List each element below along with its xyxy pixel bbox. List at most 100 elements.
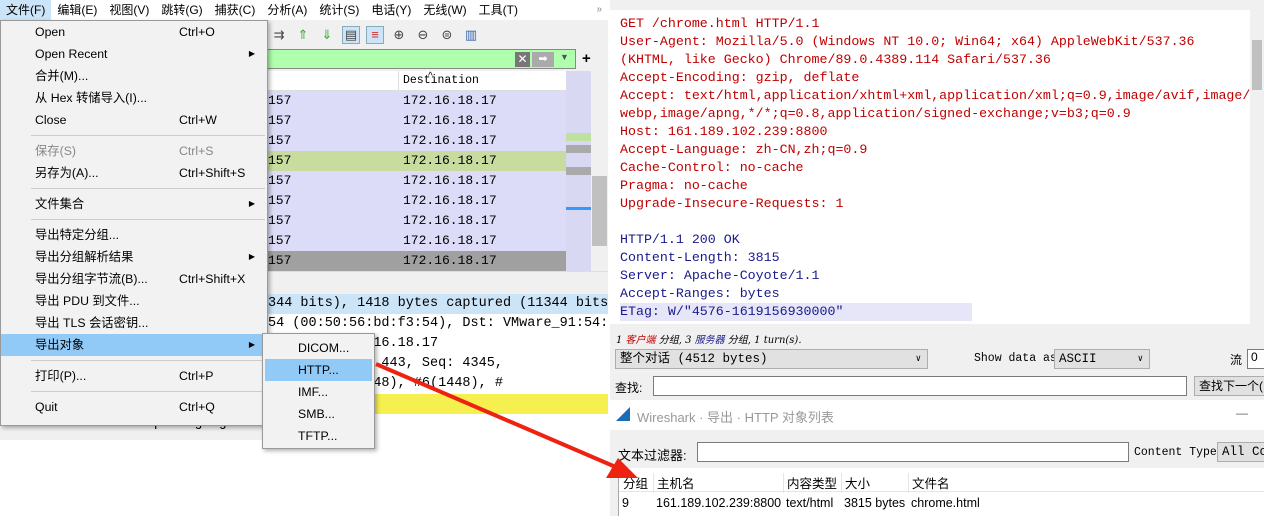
packet-row[interactable]: 157 172.16.18.17 [268,171,566,191]
object-cell: 3815 bytes [844,496,906,510]
menu-3[interactable]: 跳转(G) [155,0,208,20]
column-header[interactable]: 分组 [623,473,648,493]
request-line: Upgrade-Insecure-Requests: 1 [620,196,844,211]
menu-6[interactable]: 统计(S) [313,0,365,20]
menu-7[interactable]: 电话(Y) [365,0,417,20]
menu-item-label: 导出分组解析结果 [35,250,134,264]
autoscroll-icon[interactable]: ▤ [342,26,360,44]
destination-column-header[interactable]: Destination [403,74,479,87]
request-line: Accept: text/html,application/xhtml+xml,… [620,88,1251,103]
file-menu-item[interactable]: 保存(S) Ctrl+S [1,140,267,162]
zoom-out-icon[interactable]: ⊖ [414,26,432,44]
packet-row[interactable]: 157 172.16.18.17 [268,211,566,231]
menu-item-shortcut: Ctrl+P [179,369,214,383]
source-cell: 157 [268,193,292,208]
file-menu-item[interactable]: 导出 PDU 到文件... [1,290,267,312]
object-cell: 161.189.102.239:8800 [656,496,782,510]
column-header[interactable]: 内容类型 [783,473,837,493]
file-menu-item[interactable]: 导出分组字节流(B)... Ctrl+Shift+X [1,268,267,290]
menu-0[interactable]: 文件(F) [0,0,52,20]
export-object-tftp[interactable]: TFTP... [265,425,372,447]
file-menu-item[interactable]: 导出特定分组... [1,224,267,246]
menu-item-shortcut: Ctrl+Q [179,400,215,414]
file-menu-item[interactable]: Close Ctrl+W [1,109,267,131]
packet-list: ^ Destination 157 172.16.18.17 157 172.16.1… [268,71,566,271]
packet-row[interactable]: 157 172.16.18.17 [268,91,566,111]
export-object-imf[interactable]: IMF... [265,381,372,403]
text-filter-input[interactable] [697,442,1129,462]
file-menu-item[interactable]: 合并(M)... [1,65,267,87]
apply-filter-icon[interactable]: ➡ [532,52,554,67]
file-menu-item[interactable]: Quit Ctrl+Q [1,396,267,418]
packet-minimap[interactable] [566,71,591,271]
detail-line[interactable]: 54 (00:50:56:bd:f3:54), Dst: VMware_91:5… [268,314,608,334]
file-menu-item[interactable]: 导出对象 ▶ [1,334,267,356]
file-menu-item[interactable]: Open Ctrl+O [1,21,267,43]
object-row[interactable]: 9 161.189.102.239:8800 text/html 3815 bytes… [619,492,1264,514]
add-filter-button-icon[interactable]: + [582,50,591,67]
menu-2[interactable]: 视图(V) [103,0,155,20]
packet-row[interactable]: 157 172.16.18.17 [268,191,566,211]
stream-status: 1 客户端 分组, 3 服务器 分组, 1 turn(s). [616,335,802,346]
file-menu-item[interactable]: 导出分组解析结果 ▶ [1,246,267,268]
file-menu-item[interactable]: 从 Hex 转储导入(I)... [1,87,267,109]
detail-line[interactable]: 344 bits), 1418 bytes captured (11344 bi… [268,294,608,314]
minimize-button[interactable]: — [1236,406,1248,420]
file-menu-item[interactable]: Open Recent ▶ [1,43,267,65]
stream-number-spinbox[interactable]: 0 [1247,349,1264,369]
last-packet-icon[interactable]: ⇓ [318,26,336,44]
stream-scrollbar[interactable] [1250,10,1264,324]
packet-row[interactable]: 157 172.16.18.17 [268,231,566,251]
zoom-in-icon[interactable]: ⊕ [390,26,408,44]
column-header[interactable]: 主机名 [653,473,695,493]
find-input[interactable] [653,376,1187,396]
go-to-packet-icon[interactable]: ⇉ [270,26,288,44]
display-filter-input[interactable]: ✕ ➡ ▼ [268,49,576,69]
menu-overflow-icon[interactable]: » [590,0,608,20]
menu-item-label: Open [35,25,66,39]
menu-item-label: 从 Hex 转储导入(I)... [35,91,148,105]
request-line: Accept-Language: zh-CN,zh;q=0.9 [620,142,868,157]
find-next-button[interactable]: 查找下一个( [1194,376,1264,396]
clear-filter-icon[interactable]: ✕ [515,52,530,67]
menu-8[interactable]: 无线(W) [417,0,472,20]
response-line: Server: Apache-Coyote/1.1 [620,268,820,283]
menu-item-shortcut: Ctrl+Shift+S [179,166,246,180]
file-menu-item[interactable]: 文件集合 ▶ [1,193,267,215]
resize-columns-icon[interactable]: ▥ [462,26,480,44]
zoom-reset-icon[interactable]: ⊜ [438,26,456,44]
content-type-select[interactable]: All Con [1217,442,1264,462]
packet-row[interactable]: 157 172.16.18.17 [268,251,566,271]
column-header[interactable]: 大小 [841,473,870,493]
source-cell: 157 [268,233,292,248]
show-data-as-select[interactable]: ASCII ∨ [1054,349,1150,369]
file-menu-item[interactable]: 导出 TLS 会话密钥... [1,312,267,334]
packet-list-scrollbar[interactable] [591,71,608,271]
packet-list-hscrollbar[interactable] [268,271,608,288]
conversation-select[interactable]: 整个对话 (4512 bytes) ∨ [615,349,928,369]
packet-row[interactable]: 157 172.16.18.17 [268,151,566,171]
detail-text: 344 bits), 1418 bytes captured (11344 bi… [268,296,608,311]
response-line: Accept-Ranges: bytes [620,286,780,301]
menu-5[interactable]: 分析(A) [261,0,313,20]
file-menu-item[interactable]: 另存为(A)... Ctrl+Shift+S [1,162,267,184]
request-line: webp,image/apng,*/*;q=0.8,application/si… [620,106,1131,121]
packet-row[interactable]: 157 172.16.18.17 [268,111,566,131]
destination-cell: 172.16.18.17 [403,193,497,208]
source-cell: 157 [268,113,292,128]
export-object-http[interactable]: HTTP... [265,359,372,381]
file-menu-item[interactable]: 打印(P)... Ctrl+P [1,365,267,387]
export-object-dicom[interactable]: DICOM... [265,337,372,359]
content-type-label: Content Type: [1134,446,1224,459]
packet-row[interactable]: 157 172.16.18.17 [268,131,566,151]
export-object-smb[interactable]: SMB... [265,403,372,425]
column-header[interactable]: 文件名 [908,473,950,493]
colorize-icon[interactable]: ≡ [366,26,384,44]
menu-9[interactable]: 工具(T) [473,0,524,20]
filter-dropdown-icon[interactable]: ▼ [560,52,569,62]
stream-content[interactable]: GET /chrome.html HTTP/1.1 User-Agent: Moz… [610,10,1250,324]
menu-item-label: 导出 TLS 会话密钥... [35,316,149,330]
menu-1[interactable]: 编辑(E) [51,0,103,20]
menu-4[interactable]: 捕获(C) [209,0,262,20]
first-packet-icon[interactable]: ⇑ [294,26,312,44]
